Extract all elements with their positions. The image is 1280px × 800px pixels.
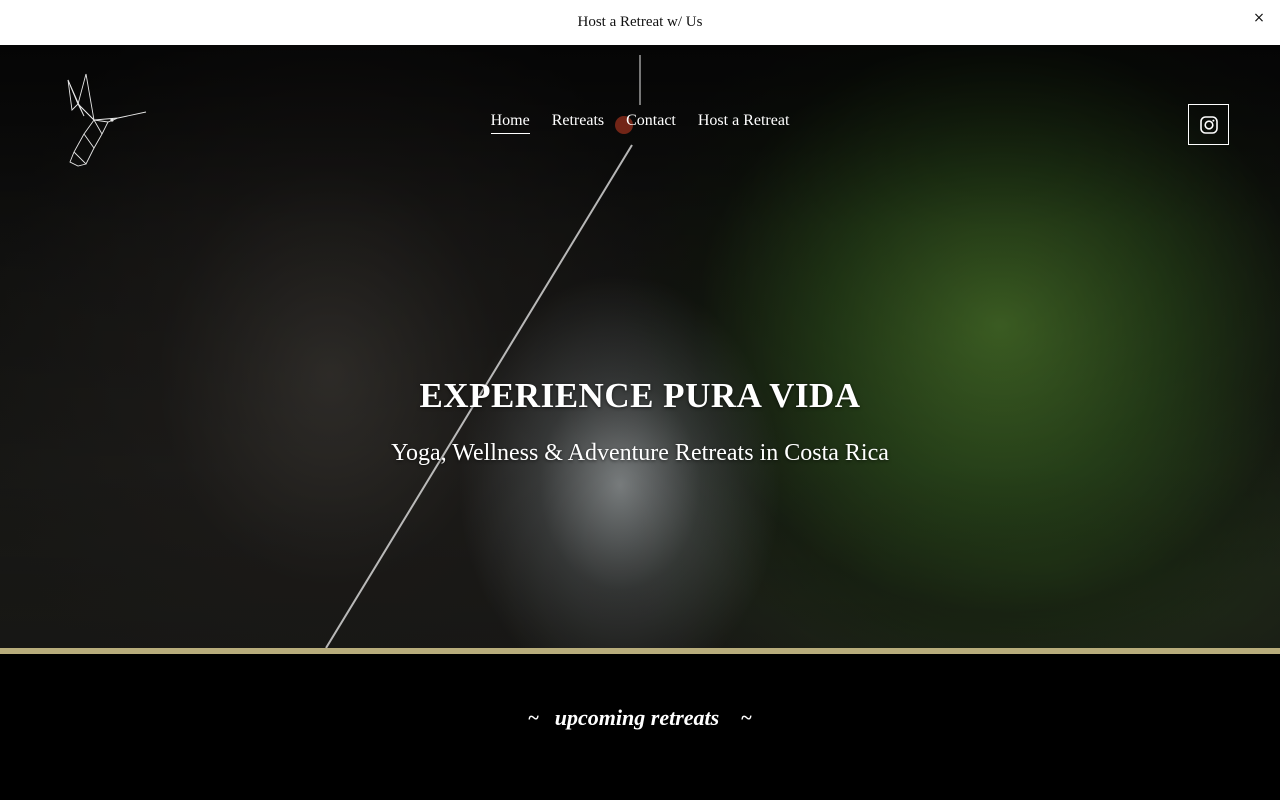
main-nav: Home Retreats Contact Host a Retreat — [0, 112, 1280, 134]
section-heading: ~ upcoming retreats ~ — [0, 705, 1280, 731]
announcement-bar: Host a Retreat w/ Us × — [0, 0, 1280, 45]
nav-contact[interactable]: Contact — [626, 112, 676, 134]
upcoming-retreats-section: ~ upcoming retreats ~ — [0, 654, 1280, 800]
hero-banner: Home Retreats Contact Host a Retreat EXP… — [0, 45, 1280, 648]
hero-title: EXPERIENCE PURA VIDA — [419, 376, 861, 415]
hero-subtitle: Yoga, Wellness & Adventure Retreats in C… — [391, 440, 889, 466]
close-icon[interactable]: × — [1252, 10, 1266, 30]
instagram-button[interactable] — [1188, 104, 1229, 145]
nav-home[interactable]: Home — [490, 112, 530, 134]
instagram-icon — [1199, 115, 1218, 134]
section-title: upcoming retreats — [554, 705, 720, 730]
tilde-right: ~ — [741, 706, 752, 729]
nav-host-a-retreat[interactable]: Host a Retreat — [698, 112, 790, 134]
tilde-left: ~ — [528, 706, 539, 729]
nav-retreats[interactable]: Retreats — [552, 112, 604, 134]
announcement-link[interactable]: Host a Retreat w/ Us — [578, 14, 703, 31]
rope-decoration — [325, 55, 641, 648]
